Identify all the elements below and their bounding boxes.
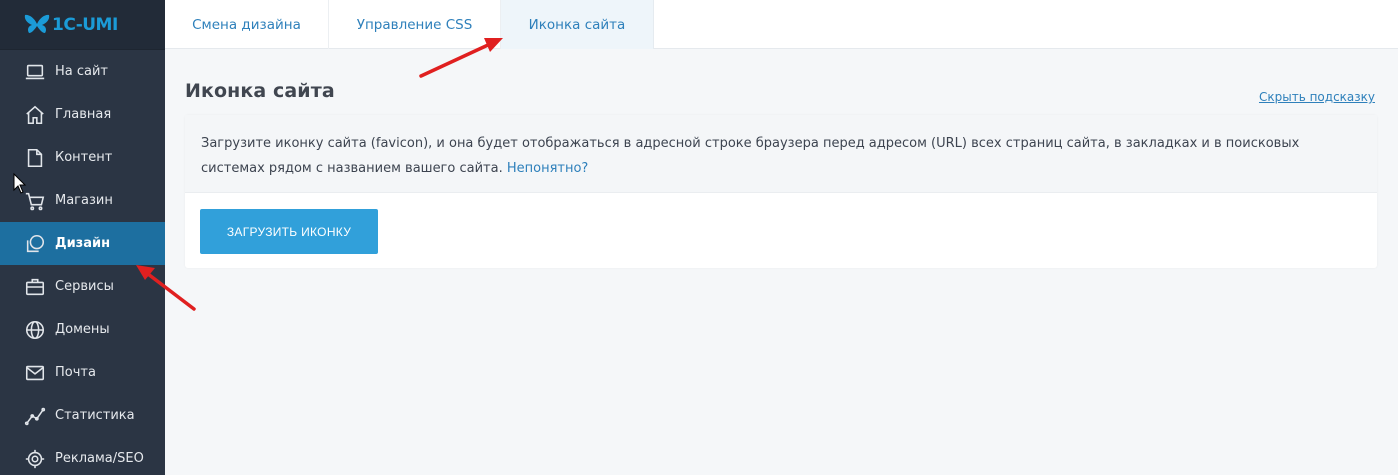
briefcase-icon [23, 275, 47, 299]
sidebar-item-label: Сервисы [55, 279, 114, 294]
hint-help-link[interactable]: Непонятно? [507, 161, 588, 176]
sidebar-item-label: На сайт [55, 64, 109, 79]
mail-icon [23, 361, 47, 385]
page-title: Иконка сайта [185, 80, 335, 102]
sidebar-item-services[interactable]: Сервисы [0, 265, 165, 308]
upload-icon-button[interactable]: ЗАГРУЗИТЬ ИКОНКУ [200, 209, 378, 254]
tab-site-icon[interactable]: Иконка сайта [501, 0, 654, 49]
hint-text: Загрузите иконку сайта (favicon), и она … [201, 136, 1300, 176]
home-icon [23, 103, 47, 127]
sidebar-item-label: Статистика [55, 408, 135, 423]
main-area: Смена дизайна Управление CSS Иконка сайт… [165, 0, 1398, 475]
sidebar-item-label: Домены [55, 322, 110, 337]
logo[interactable]: 1C-UMI [0, 0, 165, 50]
hide-hint-link[interactable]: Скрыть подсказку [1259, 90, 1375, 104]
content-card: Загрузите иконку сайта (favicon), и она … [185, 115, 1377, 268]
sidebar-item-design[interactable]: Дизайн [0, 222, 165, 265]
hint-box: Загрузите иконку сайта (favicon), и она … [185, 115, 1377, 193]
logo-text: 1C-UMI [52, 14, 118, 35]
sidebar-item-mail[interactable]: Почта [0, 351, 165, 394]
cart-icon [23, 189, 47, 213]
sidebar-item-label: Реклама/SEO [55, 451, 144, 466]
laptop-icon [23, 60, 47, 84]
sidebar-item-label: Дизайн [55, 236, 111, 251]
target-icon [23, 447, 47, 471]
heading-row: Иконка сайта Скрыть подсказку [185, 80, 1375, 106]
sidebar-item-domains[interactable]: Домены [0, 308, 165, 351]
sidebar-item-label: Магазин [55, 193, 113, 208]
sidebar-item-home[interactable]: Главная [0, 93, 165, 136]
sidebar-item-label: Почта [55, 365, 96, 380]
sidebar: 1C-UMI На сайт Главная Контент Магазин Д… [0, 0, 165, 475]
butterfly-logo-icon [24, 14, 50, 33]
document-icon [23, 146, 47, 170]
sidebar-item-seo[interactable]: Реклама/SEO [0, 437, 165, 475]
sidebar-item-to-site[interactable]: На сайт [0, 50, 165, 93]
tab-change-design[interactable]: Смена дизайна [165, 0, 329, 49]
sidebar-item-shop[interactable]: Магазин [0, 179, 165, 222]
tab-css-management[interactable]: Управление CSS [329, 0, 501, 49]
design-icon [23, 232, 47, 256]
sidebar-item-label: Контент [55, 150, 113, 165]
sidebar-item-statistics[interactable]: Статистика [0, 394, 165, 437]
sidebar-item-content[interactable]: Контент [0, 136, 165, 179]
chart-line-icon [23, 404, 47, 428]
tab-bar: Смена дизайна Управление CSS Иконка сайт… [165, 0, 1398, 49]
sidebar-nav: На сайт Главная Контент Магазин Дизайн С… [0, 50, 165, 475]
globe-icon [23, 318, 47, 342]
sidebar-item-label: Главная [55, 107, 112, 122]
